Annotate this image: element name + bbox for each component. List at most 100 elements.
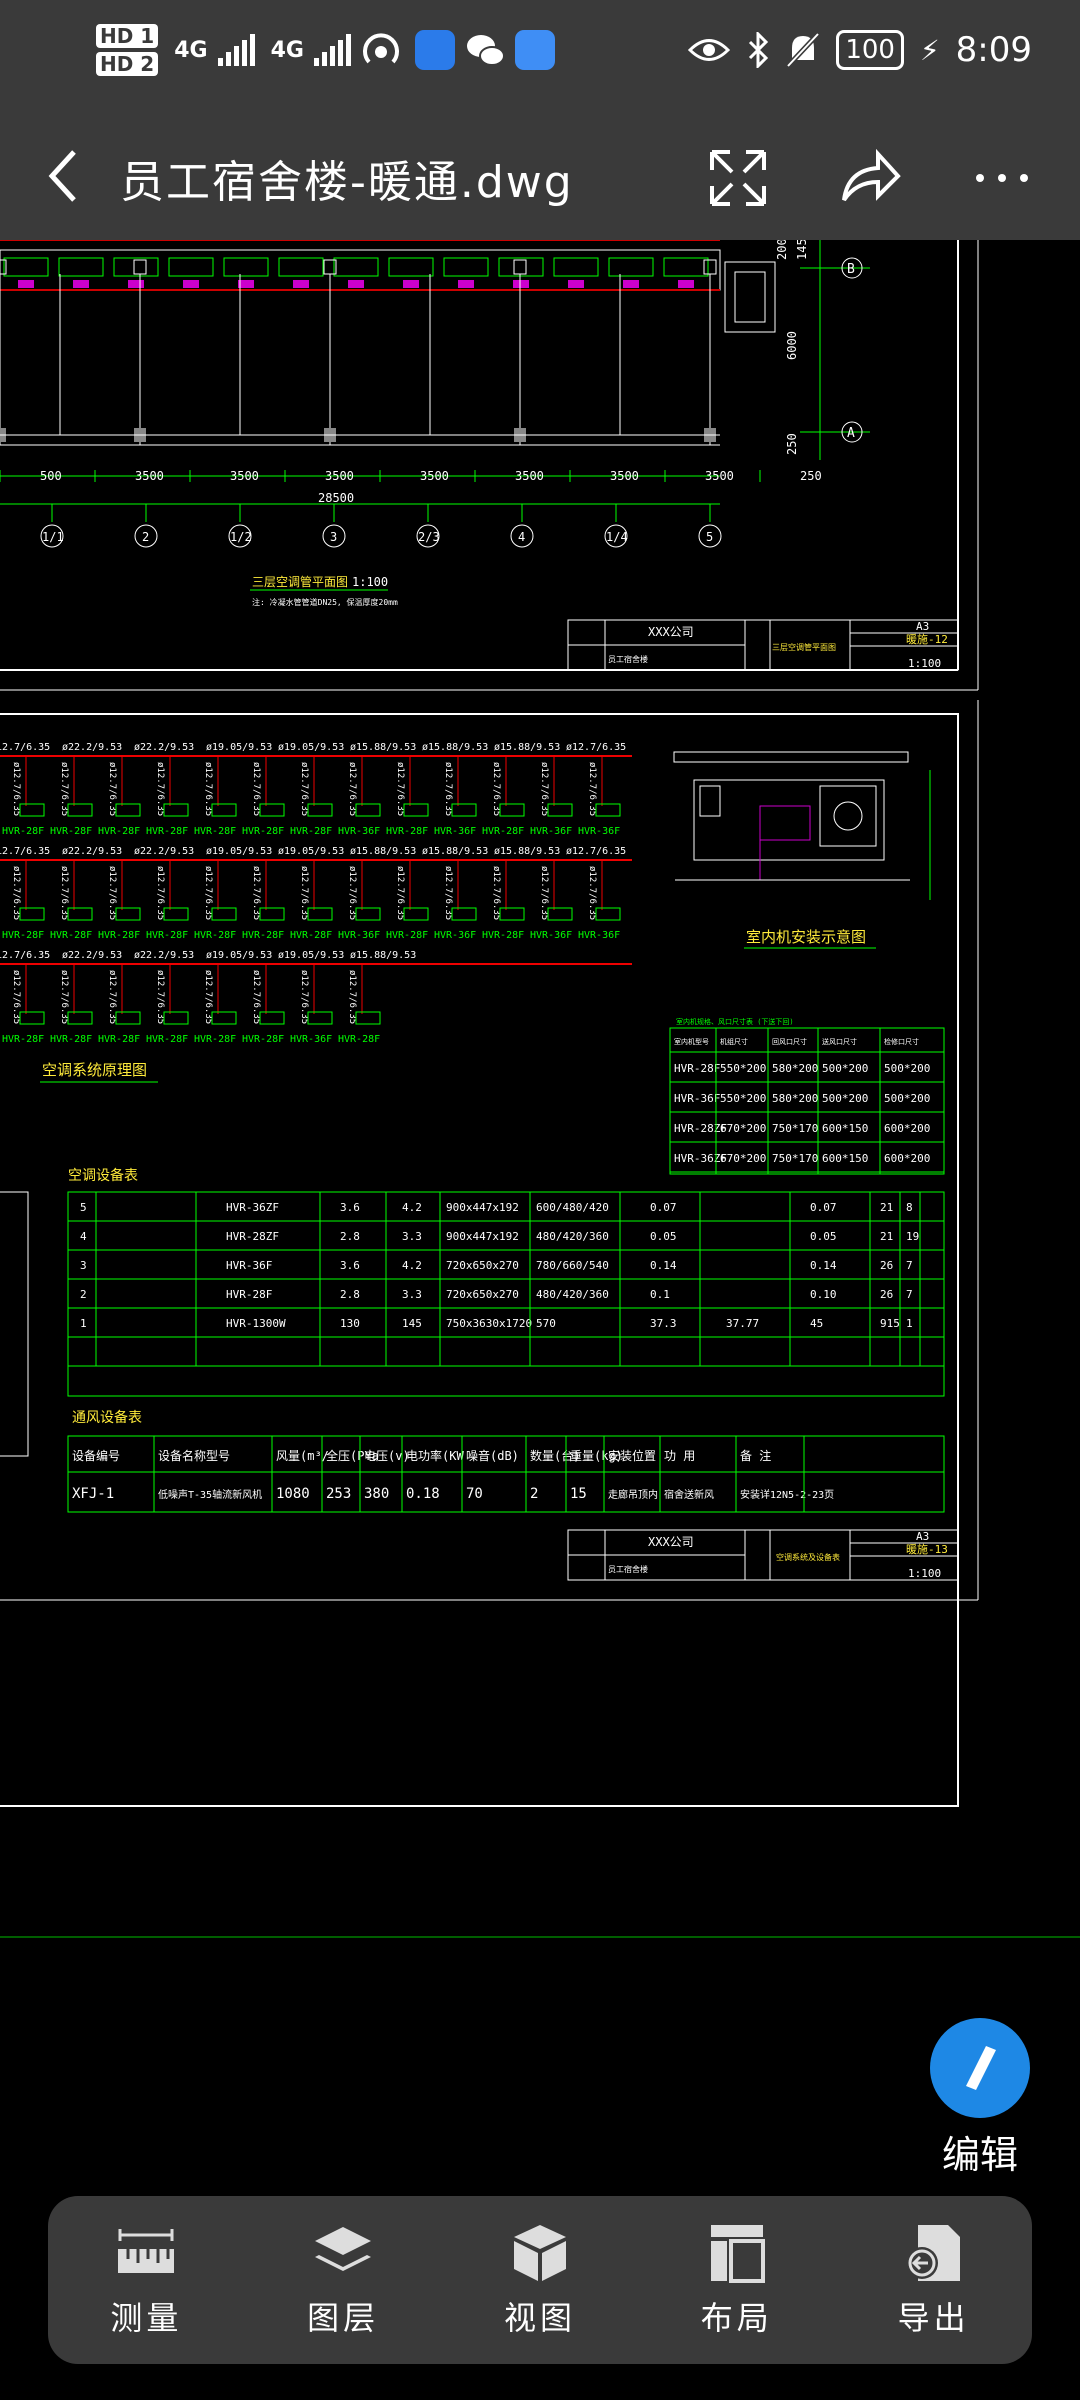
equip-table-cell: 900x447x192 [446, 1230, 519, 1243]
pipe-label: ø19.05/9.53 [206, 742, 272, 753]
indoor-unit [355, 907, 381, 921]
edit-label[interactable]: 编辑 [930, 2124, 1030, 2179]
status-bar: HD 1 HD 2 4G 4G 100 ⚡ 8:09 [0, 0, 1080, 110]
fullscreen-icon[interactable] [706, 146, 770, 210]
indoor-unit [19, 1011, 45, 1025]
file-title: 员工宿舍楼-暖通.dwg [120, 157, 574, 208]
size-table-header: 检修口尺寸 [884, 1037, 919, 1046]
indoor-unit-label: HVR-28F [386, 930, 428, 941]
tb2-scale: 1:100 [908, 1567, 941, 1580]
equip-table-cell: HVR-28F [226, 1288, 272, 1301]
indoor-unit [499, 803, 525, 817]
plan-title: 三层空调管平面图 [252, 574, 348, 589]
indoor-unit [19, 907, 45, 921]
vent-table-header: 设备编号 [72, 1448, 120, 1463]
plan-unit [663, 257, 709, 277]
equip-table-cell: 26 [880, 1259, 893, 1272]
app-toolbar: 员工宿舍楼-暖通.dwg [0, 110, 1080, 240]
tb1-sheet: A3 [916, 620, 929, 633]
plan-unit-fan [513, 280, 529, 288]
plan-unit-fan [623, 280, 639, 288]
battery-indicator: 100 [836, 30, 904, 70]
plan-column [0, 259, 7, 275]
equip-table-cell: 130 [340, 1317, 360, 1330]
vent-table-header: 功 用 [664, 1449, 695, 1463]
pipe-label: ø15.88/9.53 [422, 742, 488, 753]
ruler-icon [118, 2229, 175, 2273]
net1-label: 4G [174, 37, 208, 63]
indoor-unit [259, 803, 285, 817]
plan-unit [278, 257, 324, 277]
edit-button[interactable] [930, 2018, 1030, 2118]
indoor-unit [499, 907, 525, 921]
plan-unit-fan [458, 280, 474, 288]
size-table-cell: 750*170 [772, 1122, 818, 1135]
share-icon[interactable] [838, 146, 902, 210]
system-title: 空调系统原理图 [42, 1061, 147, 1079]
plan-unit [553, 257, 599, 277]
indoor-unit-label: HVR-28F [482, 826, 524, 837]
indoor-unit-label: HVR-28F [242, 826, 284, 837]
title-block-1: XXX公司 员工宿舍楼 三层空调管平面图 A3 暖施-12 1:100 [567, 619, 959, 671]
row-label-b: B [847, 262, 855, 277]
plan-dim-label: 3500 [230, 469, 259, 483]
nav-layers[interactable]: 图层 [268, 2221, 418, 2339]
equip-table-cell: 4.2 [402, 1201, 422, 1214]
nav-export[interactable]: 导出 [859, 2221, 1009, 2339]
indoor-unit-label: HVR-28F [146, 1034, 188, 1045]
size-table-cell: 750*170 [772, 1152, 818, 1165]
indoor-unit-label: HVR-28F [386, 826, 428, 837]
pipe-label: ø15.88/9.53 [350, 742, 416, 753]
bottom-nav: 测量 图层 视图 布局 导出 [48, 2196, 1032, 2364]
indoor-unit [67, 1011, 93, 1025]
pipe-label: ø22.2/9.53 [62, 742, 122, 753]
plan-column [703, 259, 717, 275]
indoor-unit-label: HVR-36F [530, 826, 572, 837]
indoor-unit [211, 803, 237, 817]
indoor-unit-label: HVR-36F [578, 930, 620, 941]
equip-table-cell: 37.77 [726, 1317, 759, 1330]
plan-dim-label: 3500 [135, 469, 164, 483]
equip-table-cell: 750x3630x1720 [446, 1317, 532, 1330]
back-icon[interactable] [44, 146, 84, 206]
side-dim-200: 200 [775, 240, 789, 260]
install-title: 室内机安装示意图 [746, 928, 866, 946]
equip-table-cell: 7 [906, 1259, 913, 1272]
drawing-canvas[interactable]: 200 145 6000 250 B A 500 3500 3500 3500 3500… [0, 238, 1080, 2200]
equip-table-cell: 4.2 [402, 1259, 422, 1272]
pipe-label: ø12.7/6.35 [0, 950, 50, 961]
nav-layout[interactable]: 布局 [662, 2221, 812, 2339]
equip-table-cell: 0.05 [650, 1230, 677, 1243]
indoor-unit-label: HVR-28F [50, 930, 92, 941]
indoor-unit-label: HVR-28F [146, 826, 188, 837]
nav-view[interactable]: 视图 [465, 2221, 615, 2339]
cad-drawing[interactable]: 200 145 6000 250 B A 500 3500 3500 3500 3500… [0, 238, 1080, 2200]
indoor-unit [403, 907, 429, 921]
status-left: HD 1 HD 2 4G 4G [96, 24, 555, 76]
hd1-badge: HD 1 [96, 24, 159, 48]
pipe-label: ø15.88/9.53 [350, 950, 416, 961]
pipe-label: ø22.2/9.53 [134, 950, 194, 961]
plan-unit [333, 257, 379, 277]
equip-table-cell: 145 [402, 1317, 422, 1330]
indoor-unit-label: HVR-28F [146, 930, 188, 941]
indoor-unit-label: HVR-28F [290, 930, 332, 941]
vent-table-header: 噪音(dB) [466, 1448, 519, 1463]
nav-layout-label: 布局 [700, 2299, 773, 2337]
indoor-unit-label: HVR-36F [578, 826, 620, 837]
tb1-project: 员工宿舍楼 [608, 654, 648, 664]
nav-measure[interactable]: 测量 [71, 2221, 221, 2339]
eye-icon [688, 39, 731, 61]
plan-unit-fan [403, 280, 419, 288]
plan-axis-label: 1/4 [606, 530, 628, 544]
indoor-unit [355, 1011, 381, 1025]
indoor-unit-label: HVR-28F [2, 1034, 44, 1045]
vent-table-cell: 253 [326, 1486, 351, 1502]
indoor-unit-label: HVR-28F [98, 1034, 140, 1045]
indoor-unit [307, 1011, 333, 1025]
plan-axis-label: 3 [330, 530, 337, 544]
vent-table-cell: 15 [570, 1486, 587, 1502]
more-icon[interactable] [970, 146, 1034, 210]
plan-axes: 1/1 2 1/2 3 2/3 4 1/4 5 [40, 504, 722, 548]
indoor-unit-label: HVR-28F [338, 1034, 380, 1045]
